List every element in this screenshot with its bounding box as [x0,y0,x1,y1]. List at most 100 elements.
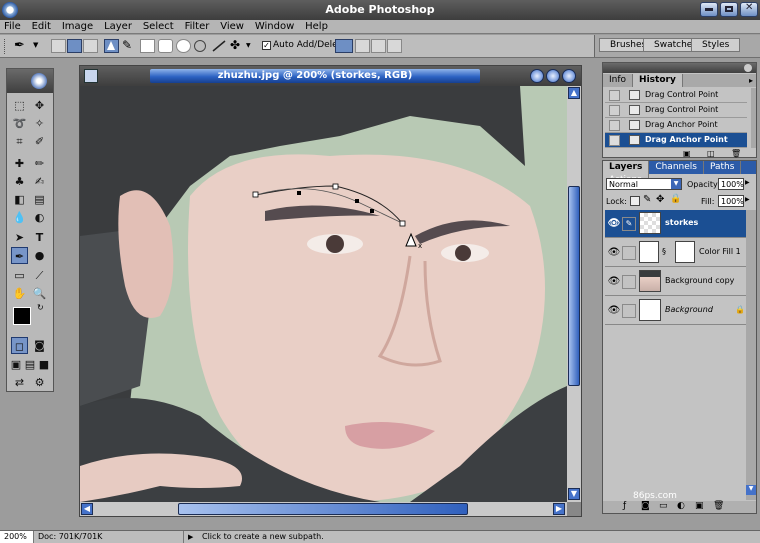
layer-style-icon[interactable]: ƒ [623,501,626,511]
opacity-input[interactable]: 100% [718,178,744,190]
dodge-tool-icon[interactable]: ◐ [31,209,48,226]
layer-link-column[interactable] [622,246,636,260]
shape-layers-button[interactable] [51,39,66,53]
tab-paths[interactable]: Paths [704,161,742,174]
path-selection-tool-icon[interactable]: ➤ [11,229,28,246]
menu-window[interactable]: Window [251,20,298,34]
pen-tool-preset-icon[interactable]: ✒ [14,38,25,53]
magic-wand-tool-icon[interactable]: ✧ [31,115,48,132]
adobe-online-icon[interactable] [31,73,47,89]
delete-state-icon[interactable]: 🗑 [731,149,741,158]
shape-tool-icon[interactable]: ● [31,247,48,264]
foreground-color-swatch[interactable] [13,307,31,325]
line-tool-icon[interactable] [212,40,226,52]
new-set-icon[interactable]: ▭ [659,501,668,511]
doc-maximize-button[interactable] [546,69,560,83]
lasso-tool-icon[interactable]: ➰ [11,115,28,132]
screen-mode-full-menu-icon[interactable]: ▤ [23,356,37,373]
history-item[interactable]: Drag Control Point [605,103,747,118]
clone-stamp-tool-icon[interactable]: ♣ [11,173,28,190]
scroll-up-arrow-icon[interactable]: ▲ [568,87,580,99]
menu-filter[interactable]: Filter [181,20,214,34]
new-snapshot-icon[interactable]: ◫ [707,149,715,158]
geometry-options-icon[interactable]: ▼ [246,42,251,49]
menu-file[interactable]: File [0,20,25,34]
polygon-icon[interactable] [194,40,206,52]
auto-add-delete-checkbox[interactable]: ✓ [262,41,271,50]
lock-transparency-icon[interactable] [630,196,640,206]
scroll-left-arrow-icon[interactable]: ◀ [81,503,93,515]
history-item[interactable]: Drag Control Point [605,88,747,103]
history-brush-tool-icon[interactable]: ✍ [31,173,48,190]
menu-help[interactable]: Help [301,20,332,34]
lock-position-icon[interactable]: ✥ [656,194,664,205]
maximize-button[interactable] [720,2,738,17]
history-panel-titlebar[interactable] [603,63,756,73]
visibility-eye-icon[interactable]: 👁 [607,246,621,260]
tab-history[interactable]: History [633,74,683,87]
document-icon[interactable] [84,69,98,83]
crop-tool-icon[interactable]: ⌗ [11,133,28,150]
visibility-eye-icon[interactable]: 👁 [607,304,621,318]
doc-minimize-button[interactable] [530,69,544,83]
status-menu-icon[interactable]: ▶ [188,531,193,543]
rounded-rectangle-button[interactable] [158,39,173,53]
screen-mode-standard-icon[interactable]: ▣ [9,356,23,373]
eyedropper-tool-icon[interactable]: ⟋ [31,267,48,284]
eraser-tool-icon[interactable]: ◧ [11,191,28,208]
fill-pixels-button[interactable] [83,39,98,53]
document-title-bar[interactable]: zhuzhu.jpg @ 200% (storkes, RGB) [80,66,581,86]
custom-shape-icon[interactable]: ✤ [230,38,240,52]
menu-edit[interactable]: Edit [28,20,55,34]
menu-layer[interactable]: Layer [100,20,136,34]
pen-tool-icon[interactable]: ✒ [11,247,28,264]
move-tool-icon[interactable]: ✥ [31,97,48,114]
vertical-scrollbar[interactable]: ▲ ▼ [567,86,581,502]
freeform-pen-icon[interactable]: ✎ [122,38,132,52]
ellipse-button[interactable] [176,39,191,53]
doc-close-button[interactable] [562,69,576,83]
layer-link-column[interactable] [622,304,636,318]
layer-row-color-fill[interactable]: 👁 § Color Fill 1 [605,239,746,267]
history-item-selected[interactable]: Drag Anchor Point [605,133,747,148]
pen-tool-button[interactable] [104,39,119,53]
visibility-eye-icon[interactable]: 👁 [607,217,621,231]
preset-dropdown-icon[interactable]: ▼ [33,41,38,49]
history-menu-icon[interactable]: ▸ [749,76,753,85]
scroll-down-arrow-icon[interactable]: ▼ [568,488,580,500]
menu-image[interactable]: Image [58,20,97,34]
new-document-from-state-icon[interactable]: ▣ [683,149,691,158]
brush-tool-icon[interactable]: ✏ [31,155,48,172]
layer-row-background[interactable]: 👁 Background 🔒 [605,297,746,325]
tab-layers[interactable]: Layers [603,161,650,174]
zoom-level[interactable]: 200% [0,531,34,543]
edit-in-imageready-icon[interactable]: ⚙ [31,374,48,391]
marquee-tool-icon[interactable]: ⬚ [11,97,28,114]
blend-mode-dropdown-icon[interactable]: ▼ [671,179,681,189]
minimize-button[interactable] [700,2,718,17]
notes-tool-icon[interactable]: ▭ [11,267,28,284]
visibility-eye-icon[interactable]: 👁 [607,275,621,289]
blur-tool-icon[interactable]: 💧 [11,209,28,226]
delete-layer-icon[interactable]: 🗑 [713,501,724,511]
opacity-slider-icon[interactable]: ▶ [745,179,754,189]
scroll-right-arrow-icon[interactable]: ▶ [553,503,565,515]
jump-to-imageready-icon[interactable]: ⇄ [11,374,28,391]
new-layer-icon[interactable]: ▣ [695,501,704,511]
history-scrollbar[interactable] [751,88,756,148]
horizontal-scroll-thumb[interactable] [178,503,468,515]
exclude-path-area-button[interactable] [387,39,402,53]
fill-input[interactable]: 100% [718,195,744,207]
add-to-path-area-button[interactable] [335,39,353,53]
menu-view[interactable]: View [216,20,248,34]
intersect-path-area-button[interactable] [371,39,386,53]
layer-row-background-copy[interactable]: 👁 Background copy [605,268,746,296]
menu-select[interactable]: Select [139,20,178,34]
lock-all-icon[interactable]: 🔒 [670,194,681,204]
fill-slider-icon[interactable]: ▶ [745,196,754,206]
healing-brush-tool-icon[interactable]: ✚ [11,155,28,172]
rectangle-shape-button[interactable] [140,39,155,53]
styles-tab[interactable]: Styles [691,38,741,52]
screen-mode-full-icon[interactable]: ■ [37,356,51,373]
standard-mode-icon[interactable]: ◻ [11,337,28,354]
